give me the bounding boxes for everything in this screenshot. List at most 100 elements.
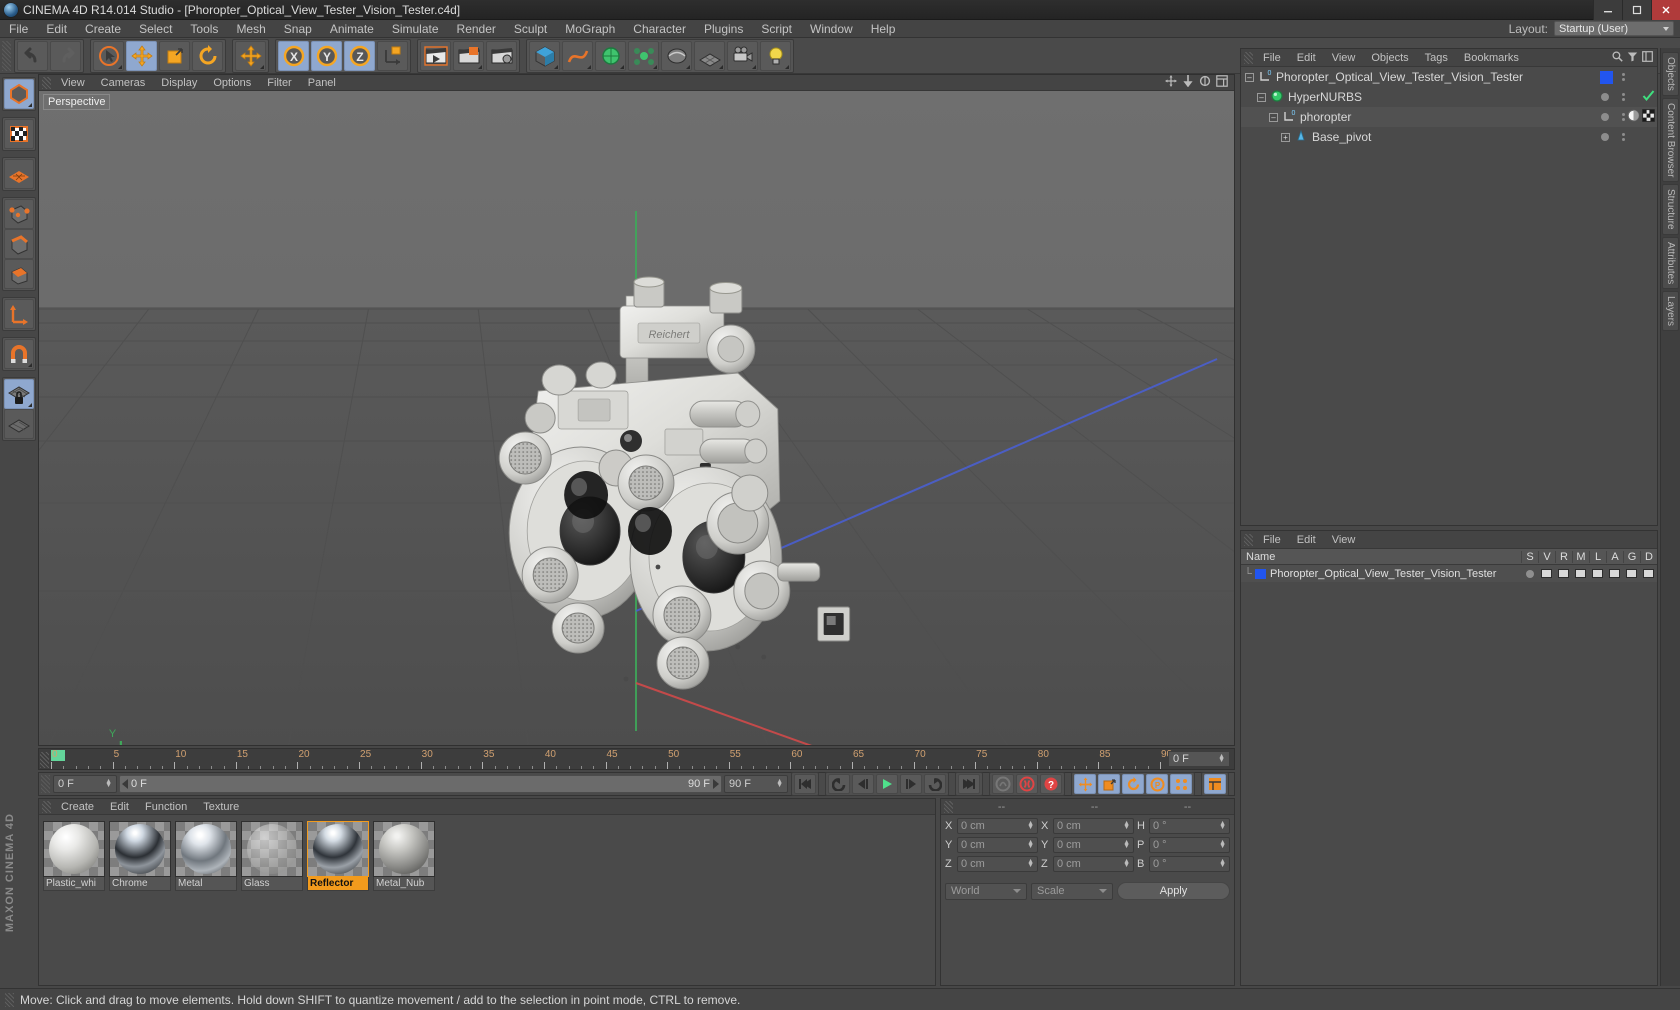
step-forward-icon[interactable] — [900, 774, 922, 794]
material-manager-grip[interactable] — [42, 800, 51, 813]
material-thumbnail[interactable] — [175, 821, 237, 877]
autokeying-icon[interactable] — [1016, 774, 1038, 794]
layer-manager-grip[interactable] — [1244, 533, 1253, 546]
scale-key-icon[interactable] — [1098, 774, 1120, 794]
menu-help[interactable]: Help — [862, 20, 905, 38]
layer-col-g[interactable]: G — [1623, 550, 1640, 563]
size-x-field[interactable]: 0 cm ▲ ▼ — [1053, 818, 1134, 834]
menu-select[interactable]: Select — [130, 20, 181, 38]
record-active-objects-icon[interactable] — [992, 774, 1014, 794]
parameter-key-icon[interactable]: P — [1146, 774, 1168, 794]
y-axis-icon[interactable]: Y — [311, 40, 342, 71]
material-name[interactable]: Metal_Nub — [373, 877, 435, 891]
phong-tag-icon[interactable] — [1627, 109, 1640, 125]
stepper-icon[interactable]: ▲ ▼ — [1123, 839, 1130, 850]
object-menu-bookmarks[interactable]: Bookmarks — [1456, 50, 1527, 66]
model-mode-icon[interactable] — [4, 79, 34, 109]
visibility-dot[interactable] — [1601, 93, 1609, 101]
expand-collapse-icon[interactable]: + — [1281, 132, 1290, 142]
object-tag-area[interactable] — [1627, 109, 1655, 125]
object-tree[interactable]: – 0 Phoropter_Optical_View_Tester_Vision… — [1241, 67, 1657, 525]
material-menu-texture[interactable]: Texture — [195, 799, 247, 815]
stepper-icon[interactable]: ▲ ▼ — [1219, 820, 1226, 831]
status-bar-grip[interactable] — [5, 992, 14, 1007]
edges-mode-icon[interactable] — [4, 229, 34, 259]
material-thumbnail[interactable] — [109, 821, 171, 877]
visibility-dot[interactable] — [1622, 113, 1625, 116]
material-name[interactable]: Plastic_whi — [43, 877, 105, 891]
workplane-lock-icon[interactable] — [4, 379, 34, 409]
dock-tab-objects[interactable]: Objects — [1662, 52, 1679, 96]
stepper-icon[interactable]: ▲ ▼ — [1219, 858, 1226, 869]
minimize-button[interactable] — [1593, 0, 1622, 20]
object-row-hypernurbs[interactable]: – HyperNURBS — [1241, 87, 1657, 107]
menu-window[interactable]: Window — [801, 20, 862, 38]
object-menu-file[interactable]: File — [1255, 50, 1289, 66]
visibility-dot[interactable] — [1622, 138, 1625, 141]
layer-solo-toggle[interactable] — [1521, 569, 1538, 578]
current-frame-field[interactable]: 0 F ▲ ▼ — [53, 775, 117, 793]
visibility-dot[interactable] — [1622, 98, 1625, 101]
material-name[interactable]: Chrome — [109, 877, 171, 891]
cube-primitive-icon[interactable] — [529, 40, 560, 71]
visibility-dot[interactable] — [1601, 133, 1609, 141]
z-axis-icon[interactable]: Z — [344, 40, 375, 71]
layer-animation-toggle[interactable] — [1606, 569, 1623, 578]
material-item[interactable]: Chrome — [109, 821, 171, 891]
rotation-h-field[interactable]: 0 ° ▲ ▼ — [1149, 818, 1230, 834]
material-menu-edit[interactable]: Edit — [102, 799, 137, 815]
scale-icon[interactable] — [159, 40, 190, 71]
undo-icon[interactable] — [17, 40, 48, 71]
object-display-color-chip[interactable] — [1600, 70, 1613, 84]
keyframe-selection-icon[interactable]: ? — [1040, 774, 1062, 794]
material-item[interactable]: Plastic_whi — [43, 821, 105, 891]
menu-tools[interactable]: Tools — [181, 20, 227, 38]
layer-col-v[interactable]: V — [1538, 550, 1555, 563]
menu-render[interactable]: Render — [448, 20, 505, 38]
menu-simulate[interactable]: Simulate — [383, 20, 448, 38]
end-frame-spinner[interactable]: ▲ ▼ — [776, 778, 783, 789]
loop-icon[interactable] — [924, 774, 946, 794]
expand-collapse-icon[interactable]: – — [1245, 72, 1254, 82]
maximize-button[interactable] — [1622, 0, 1651, 20]
material-menu-function[interactable]: Function — [137, 799, 195, 815]
material-thumbnail[interactable] — [307, 821, 369, 877]
material-item[interactable]: Glass — [241, 821, 303, 891]
object-menu-objects[interactable]: Objects — [1363, 50, 1416, 66]
stepper-icon[interactable]: ▲ ▼ — [1123, 858, 1130, 869]
transport-grip[interactable] — [41, 775, 50, 793]
timeline-grip[interactable] — [40, 752, 49, 768]
object-row-base-pivot[interactable]: + Base_pivot — [1241, 127, 1657, 147]
menu-edit[interactable]: Edit — [37, 20, 76, 38]
coordinate-system-dropdown[interactable]: World — [945, 882, 1027, 900]
layer-row[interactable]: └ Phoropter_Optical_View_Tester_Vision_T… — [1241, 565, 1657, 582]
menu-plugins[interactable]: Plugins — [695, 20, 752, 38]
apply-button[interactable]: Apply — [1117, 882, 1230, 900]
x-axis-icon[interactable]: X — [278, 40, 309, 71]
layer-col-r[interactable]: R — [1555, 550, 1572, 563]
points-mode-icon[interactable] — [4, 159, 34, 189]
object-menu-view[interactable]: View — [1324, 50, 1364, 66]
stepper-icon[interactable]: ▲ ▼ — [1027, 820, 1034, 831]
visibility-dot[interactable] — [1622, 133, 1625, 136]
close-button[interactable] — [1651, 0, 1680, 20]
layer-col-m[interactable]: M — [1572, 550, 1589, 563]
material-thumbnail[interactable] — [241, 821, 303, 877]
render-view-icon[interactable] — [420, 40, 451, 71]
search-icon[interactable] — [1612, 50, 1623, 65]
menu-snap[interactable]: Snap — [275, 20, 321, 38]
position-y-field[interactable]: 0 cm ▲ ▼ — [957, 837, 1038, 853]
layer-menu-edit[interactable]: Edit — [1289, 532, 1324, 548]
object-row-phoropter[interactable]: – 0 phoropter — [1241, 107, 1657, 127]
layer-menu-file[interactable]: File — [1255, 532, 1289, 548]
layer-manager-toggle[interactable] — [1572, 569, 1589, 578]
texture-tag-icon[interactable] — [1642, 109, 1655, 125]
timeline-frame-field[interactable]: 0 F ▲ ▼ — [1168, 751, 1230, 767]
material-item[interactable]: Reflector — [307, 821, 369, 891]
floor-icon[interactable] — [694, 40, 725, 71]
rotation-b-field[interactable]: 0 ° ▲ ▼ — [1149, 856, 1230, 872]
expand-collapse-icon[interactable]: – — [1269, 112, 1278, 122]
rotation-key-icon[interactable] — [1122, 774, 1144, 794]
stepper-icon[interactable]: ▲ ▼ — [1123, 820, 1130, 831]
workplane-icon[interactable] — [4, 409, 34, 439]
